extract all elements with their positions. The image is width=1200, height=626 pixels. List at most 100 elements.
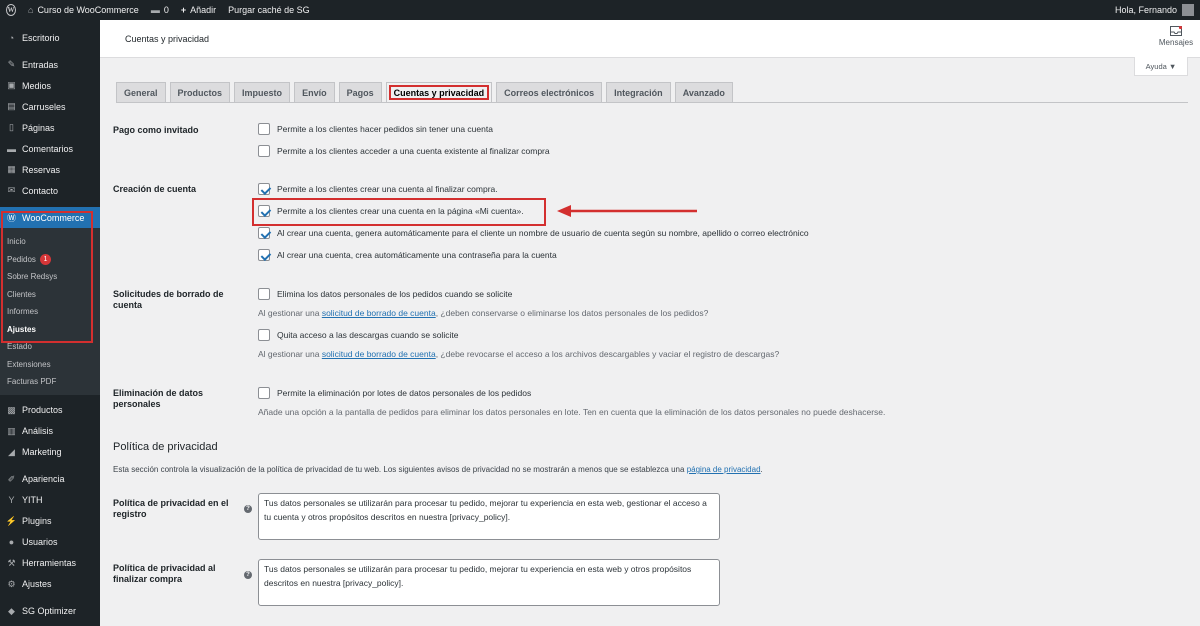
add-new-link[interactable]: + Añadir	[175, 0, 222, 20]
sidebar-item-yith[interactable]: Y YITH	[0, 490, 100, 511]
erasure-remove-downloads-option[interactable]: Quita acceso a las descargas cuando se s…	[258, 329, 458, 341]
guest-orders-option[interactable]: Permite a los clientes hacer pedidos sin…	[258, 123, 493, 135]
inbox-icon	[1170, 26, 1182, 36]
woocommerce-header: Cuentas y privacidad Mensajes	[100, 20, 1200, 58]
sidebar-item-label: Análisis	[22, 426, 54, 436]
tab-productos[interactable]: Productos	[169, 82, 231, 103]
bulk-deletion-option[interactable]: Permite la eliminación por lotes de dato…	[258, 387, 531, 399]
sidebar-item-reservas[interactable]: ▦ Reservas	[0, 159, 100, 180]
orders-count-badge: 1	[39, 253, 51, 265]
site-name-link[interactable]: ⌂ Curso de WooCommerce	[22, 0, 145, 20]
wordpress-logo-button[interactable]: W	[0, 0, 22, 20]
sidebar-item-woocommerce[interactable]: Ⓦ WooCommerce	[0, 207, 100, 228]
generate-password-checkbox[interactable]	[258, 249, 270, 261]
signup-my-account-option[interactable]: Permite a los clientes crear una cuenta …	[258, 205, 524, 217]
tab-correos-electronicos[interactable]: Correos electrónicos	[496, 82, 603, 103]
calendar-icon: ▦	[7, 164, 16, 174]
help-button[interactable]: Ayuda ▼	[1134, 57, 1188, 76]
privacy-page-link[interactable]: página de privacidad	[687, 465, 761, 474]
sidebar-item-analisis[interactable]: ▥ Análisis	[0, 421, 100, 442]
sidebar-item-label: Ajustes	[22, 579, 52, 589]
dashboard-icon: ◔	[8, 32, 15, 43]
erasure-request-link-2[interactable]: solicitud de borrado de cuenta	[322, 349, 436, 359]
analytics-icon: ▥	[7, 425, 16, 436]
comments-link[interactable]: ▬ 0	[145, 0, 175, 20]
help-tip-icon[interactable]: ?	[244, 505, 252, 513]
sidebar-item-escritorio[interactable]: ◔ Escritorio	[0, 27, 100, 48]
generate-username-option[interactable]: Al crear una cuenta, genera automáticame…	[258, 227, 809, 239]
tab-impuesto[interactable]: Impuesto	[234, 82, 291, 103]
submenu-item-facturas-pdf[interactable]: Facturas PDF	[0, 373, 100, 391]
tab-general[interactable]: General	[116, 82, 166, 103]
submenu-item-inicio[interactable]: Inicio	[0, 233, 100, 251]
messages-button[interactable]: Mensajes	[1155, 26, 1197, 47]
sidebar-item-label: Comentarios	[22, 143, 74, 154]
submenu-item-ajustes[interactable]: Ajustes	[0, 321, 100, 339]
erasure-request-link[interactable]: solicitud de borrado de cuenta	[322, 308, 436, 318]
tab-envio[interactable]: Envío	[294, 82, 335, 103]
tab-cuentas-y-privacidad[interactable]: Cuentas y privacidad	[385, 82, 493, 103]
guest-login-option[interactable]: Permite a los clientes acceder a una cue…	[258, 145, 550, 157]
user-account-menu[interactable]: Hola, Fernando	[1109, 0, 1200, 20]
erasure-description-2: Al gestionar una solicitud de borrado de…	[258, 349, 780, 359]
signup-checkout-checkbox[interactable]	[258, 183, 270, 195]
sidebar-item-productos[interactable]: ▩ Productos	[0, 400, 100, 421]
generate-password-option[interactable]: Al crear una cuenta, crea automáticament…	[258, 249, 557, 261]
sidebar-item-label: Apariencia	[22, 474, 65, 484]
sidebar-item-medios[interactable]: ▣ Medios	[0, 75, 100, 96]
sidebar-item-label: Contacto	[22, 185, 59, 196]
sidebar-item-label: Marketing	[22, 447, 62, 457]
comments-icon: ▬	[7, 143, 16, 154]
sidebar-item-label: Usuarios	[22, 537, 58, 547]
guest-login-checkbox[interactable]	[258, 145, 270, 157]
erasure-remove-downloads-checkbox[interactable]	[258, 329, 270, 341]
plus-icon: +	[180, 5, 187, 15]
red-arrow-annotation	[557, 205, 697, 217]
media-icon: ▣	[7, 80, 16, 90]
signup-checkout-option[interactable]: Permite a los clientes crear una cuenta …	[258, 183, 498, 195]
sidebar-item-apariencia[interactable]: ✐ Apariencia	[0, 469, 100, 490]
comment-icon: ▬	[150, 5, 160, 15]
bulk-deletion-checkbox[interactable]	[258, 387, 270, 399]
sidebar-item-label: Páginas	[22, 122, 55, 133]
submenu-item-pedidos[interactable]: Pedidos 1	[0, 251, 100, 269]
erasure-remove-data-checkbox[interactable]	[258, 288, 270, 300]
sidebar-item-marketing[interactable]: ◢ Marketing	[0, 442, 100, 463]
erasure-description-1: Al gestionar una solicitud de borrado de…	[258, 308, 709, 318]
sidebar-item-label: Reservas	[22, 164, 61, 175]
sidebar-item-contacto[interactable]: ✉ Contacto	[0, 180, 100, 201]
submenu-item-informes[interactable]: Informes	[0, 303, 100, 321]
checkout-privacy-textarea[interactable]: Tus datos personales se utilizarán para …	[258, 559, 720, 606]
pin-icon: ✎	[7, 59, 16, 69]
help-tip-icon[interactable]: ?	[244, 571, 252, 579]
guest-orders-checkbox[interactable]	[258, 123, 270, 135]
page-title: Cuentas y privacidad	[125, 34, 210, 44]
optimizer-icon: ◆	[8, 605, 15, 616]
tab-integracion[interactable]: Integración	[606, 82, 671, 103]
purge-cache-link[interactable]: Purgar caché de SG	[222, 0, 316, 20]
settings-icon: ⚙	[7, 578, 16, 589]
tab-pagos[interactable]: Pagos	[338, 82, 382, 103]
sidebar-item-paginas[interactable]: ▯ Páginas	[0, 117, 100, 138]
submenu-item-clientes[interactable]: Clientes	[0, 286, 100, 304]
generate-username-checkbox[interactable]	[258, 227, 270, 239]
sidebar-item-label: Productos	[22, 405, 63, 415]
erasure-remove-data-option[interactable]: Elimina los datos personales de los pedi…	[258, 288, 512, 300]
tab-avanzado[interactable]: Avanzado	[674, 82, 733, 103]
megaphone-icon: ◢	[8, 446, 15, 457]
signup-my-account-checkbox[interactable]	[258, 205, 270, 217]
sidebar-item-ajustes[interactable]: ⚙ Ajustes	[0, 574, 100, 595]
sidebar-item-sg-optimizer[interactable]: ◆ SG Optimizer	[0, 601, 100, 622]
submenu-item-extensiones[interactable]: Extensiones	[0, 356, 100, 374]
sidebar-item-herramientas[interactable]: ⚒ Herramientas	[0, 553, 100, 574]
yith-icon: Y	[8, 495, 15, 505]
submenu-item-estado[interactable]: Estado	[0, 338, 100, 356]
registration-privacy-textarea[interactable]: Tus datos personales se utilizarán para …	[258, 493, 720, 540]
sidebar-item-entradas[interactable]: ✎ Entradas	[0, 54, 100, 75]
sidebar-item-plugins[interactable]: ⚡ Plugins	[0, 511, 100, 532]
submenu-item-sobre-redsys[interactable]: Sobre Redsys	[0, 268, 100, 286]
sidebar-item-carruseles[interactable]: ▤ Carruseles	[0, 96, 100, 117]
sidebar-item-comentarios[interactable]: ▬ Comentarios	[0, 138, 100, 159]
sidebar-item-usuarios[interactable]: ● Usuarios	[0, 532, 100, 553]
privacy-section-title: Política de privacidad	[113, 441, 218, 453]
